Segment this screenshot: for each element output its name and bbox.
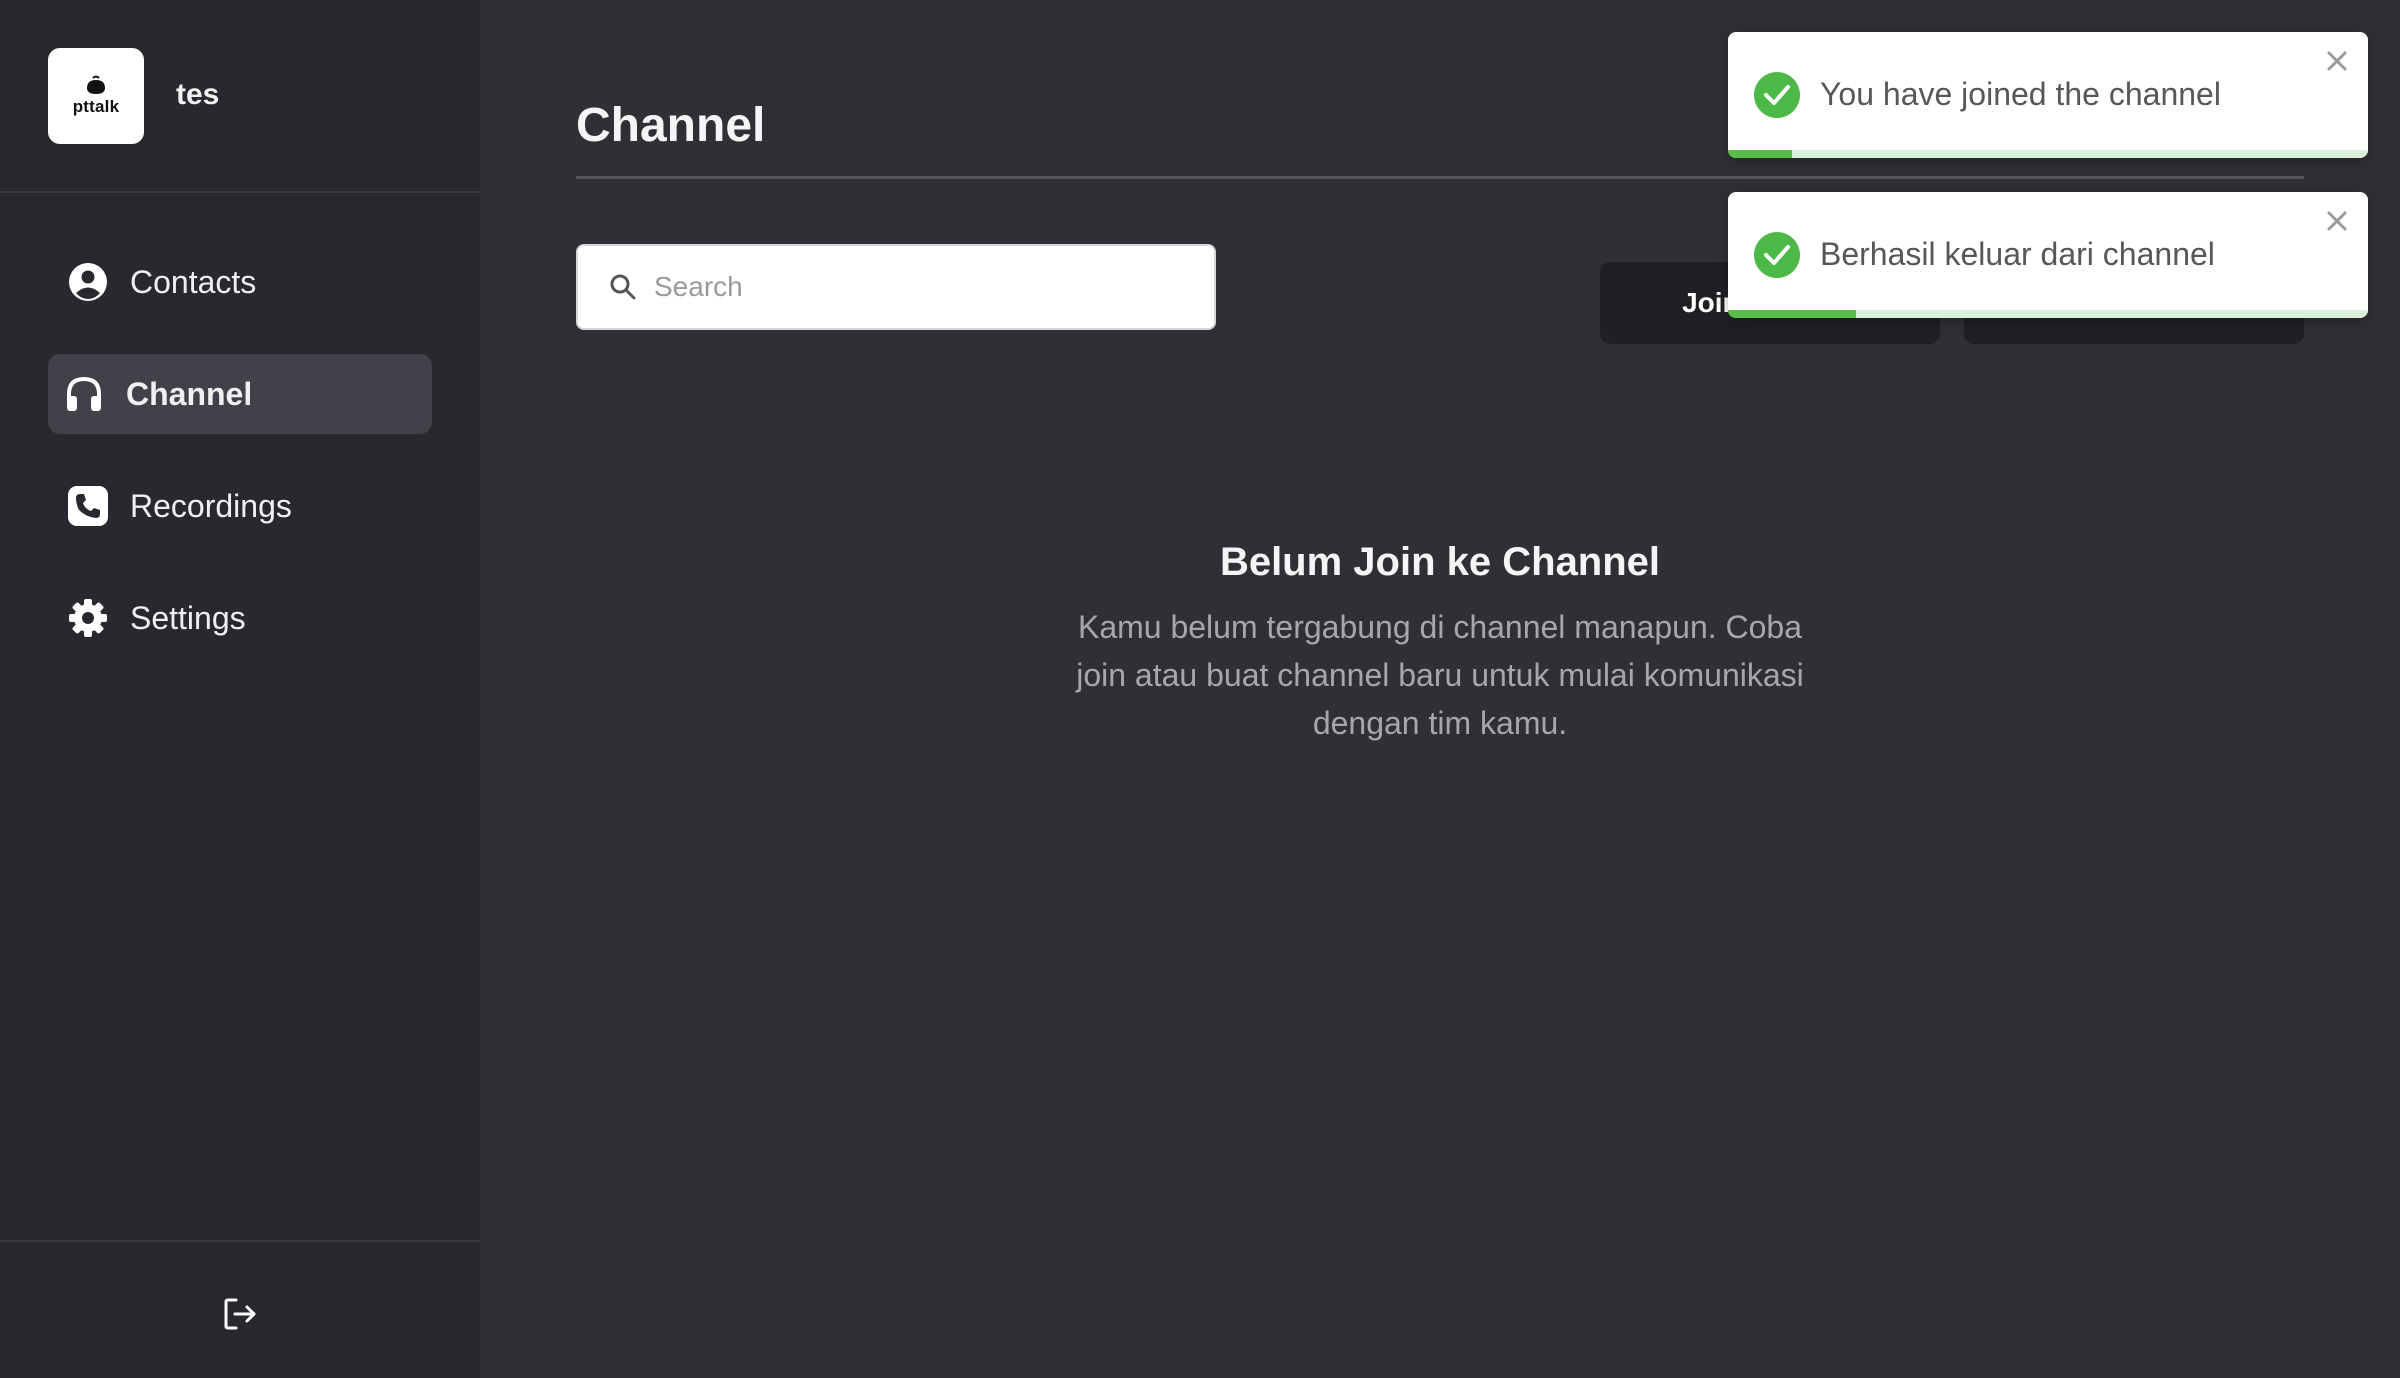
toast-notification[interactable]: Berhasil keluar dari channel [1728,192,2368,318]
sidebar: pttalk tes Contacts Channel Recordings S… [0,0,480,1378]
sidebar-item-settings[interactable]: Settings [48,578,432,658]
headphones-icon [62,372,106,416]
search-box[interactable] [576,244,1216,330]
sidebar-item-channel[interactable]: Channel [48,354,432,434]
search-input[interactable] [654,271,1194,303]
toast-message: You have joined the channel [1820,76,2221,112]
page-title: Channel [576,99,766,152]
bubble-logo-icon [87,75,105,94]
toast-notification[interactable]: You have joined the channel [1728,32,2368,158]
check-circle-icon [1754,232,1800,278]
gear-icon [66,596,110,640]
toast-progress-bar [1728,150,1792,158]
empty-state-description: Kamu belum tergabung di channel manapun.… [1076,609,1804,741]
logout-icon[interactable] [218,1292,262,1336]
toast-message: Berhasil keluar dari channel [1820,236,2215,272]
sidebar-footer [0,1240,480,1378]
title-divider [576,176,2304,179]
check-circle-icon [1754,72,1800,118]
toast-progress-bar [1728,310,1856,318]
sidebar-item-label: Settings [130,599,246,636]
sidebar-item-label: Recordings [130,487,292,524]
sidebar-header: pttalk tes [0,0,480,193]
sidebar-item-contacts[interactable]: Contacts [48,242,432,322]
sidebar-item-label: Channel [126,375,253,412]
close-icon[interactable] [2322,46,2352,76]
close-icon[interactable] [2322,206,2352,236]
phone-icon [66,484,110,528]
sidebar-item-label: Contacts [130,263,257,300]
empty-state-title: Belum Join ke Channel [1219,540,1661,584]
search-icon [608,272,638,302]
user-circle-icon [66,260,110,304]
app-logo[interactable]: pttalk [48,48,144,144]
username: tes [176,78,220,111]
empty-state: Belum Join ke Channel Kamu belum tergabu… [576,540,2304,747]
sidebar-item-recordings[interactable]: Recordings [48,466,432,546]
logo-text: pttalk [72,97,120,116]
toast-progress-track [1728,150,2368,158]
